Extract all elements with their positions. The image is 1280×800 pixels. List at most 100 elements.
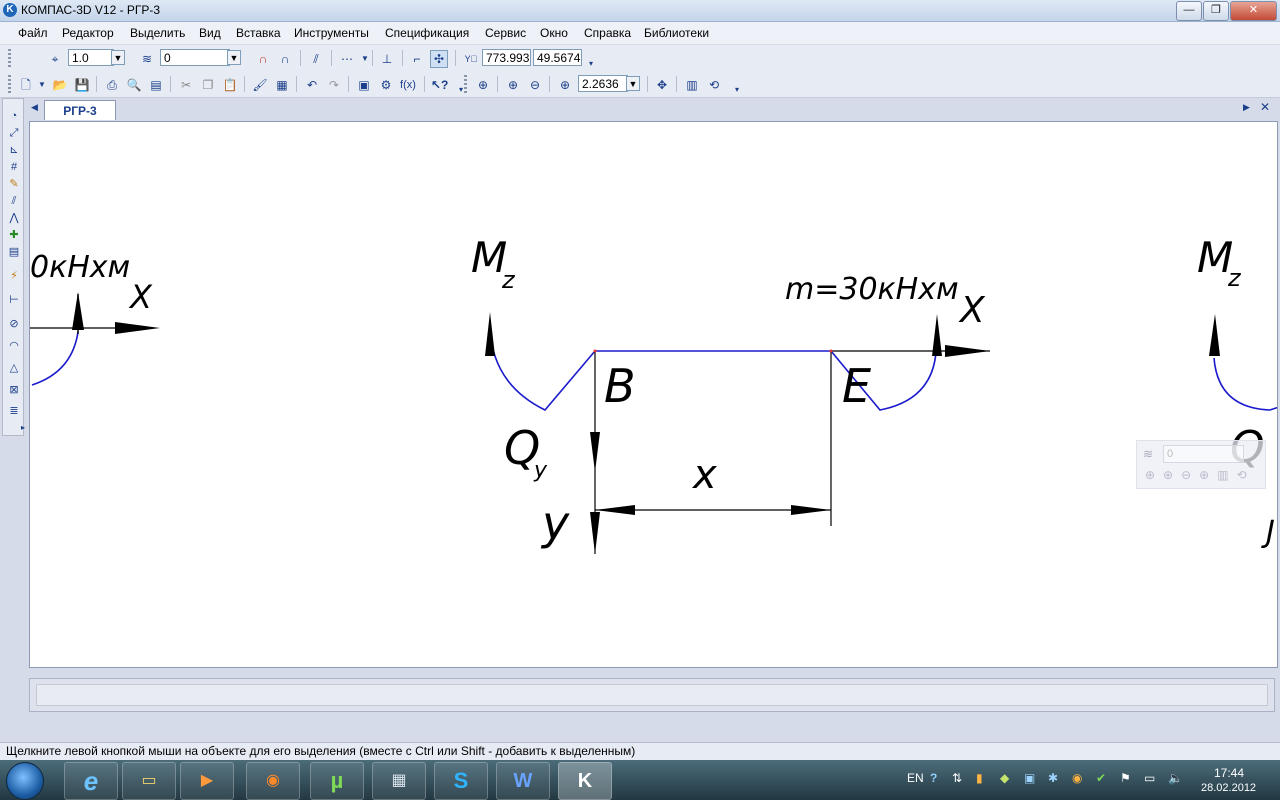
calculator-icon[interactable]: ▦ bbox=[372, 762, 426, 800]
tab-rgr-3[interactable]: РГР-3 bbox=[44, 100, 116, 120]
kompas-logo-icon[interactable]: K bbox=[3, 3, 17, 17]
refresh-icon[interactable]: ▥ bbox=[683, 76, 701, 94]
menu-spec[interactable]: Спецификация bbox=[385, 26, 469, 40]
minimize-button[interactable]: — bbox=[1176, 1, 1202, 21]
zoom-out-icon[interactable]: ⊖ bbox=[526, 76, 544, 94]
menu-select[interactable]: Выделить bbox=[130, 26, 185, 40]
new-dropdown-icon[interactable]: ▼ bbox=[33, 76, 51, 94]
menu-insert[interactable]: Вставка bbox=[236, 26, 281, 40]
kompas-icon[interactable]: K bbox=[558, 762, 612, 800]
media-player-icon[interactable]: ▶ bbox=[180, 762, 234, 800]
editing-icon[interactable]: # bbox=[6, 160, 22, 174]
tray-monitor-icon[interactable]: ▭ bbox=[1144, 771, 1155, 785]
menu-service[interactable]: Сервис bbox=[485, 26, 526, 40]
maximize-button[interactable]: ❐ bbox=[1203, 1, 1229, 21]
variables-icon[interactable]: f(x) bbox=[399, 76, 417, 94]
parametrization-icon[interactable]: ✎ bbox=[6, 177, 22, 191]
insert-icon[interactable]: ⊢ bbox=[6, 293, 22, 307]
close-button[interactable]: ✕ bbox=[1230, 1, 1277, 21]
zoom-in-icon[interactable]: ⊕ bbox=[504, 76, 522, 94]
redo-icon[interactable]: ↷ bbox=[325, 76, 343, 94]
tray-bluetooth-icon[interactable]: ✱ bbox=[1048, 771, 1058, 785]
associative-views-icon[interactable]: ✚ bbox=[6, 228, 22, 242]
drawing-svg[interactable]: 0кНхм X M z B E m=30кНхм X Q y x y M z J bbox=[30, 122, 1278, 668]
menu-libraries[interactable]: Библиотеки bbox=[644, 26, 709, 40]
zoom-dropdown-icon[interactable]: ▼ bbox=[626, 76, 640, 91]
point-b-marker[interactable] bbox=[593, 349, 597, 353]
select-icon[interactable]: ⋀ bbox=[6, 211, 22, 225]
open-icon[interactable]: 📂 bbox=[51, 76, 69, 94]
zoom-window-icon[interactable]: ⊕ bbox=[474, 76, 492, 94]
menu-editor[interactable]: Редактор bbox=[62, 26, 114, 40]
designations-icon[interactable]: ⊾ bbox=[6, 143, 22, 157]
snap-icon[interactable]: ∩ bbox=[276, 50, 294, 68]
menu-window[interactable]: Окно bbox=[540, 26, 568, 40]
hatch-icon[interactable]: ⊠ bbox=[6, 383, 22, 397]
manager-icon[interactable]: ▣ bbox=[355, 76, 373, 94]
geometry-icon[interactable]: ◔ bbox=[6, 109, 22, 123]
menu-file[interactable]: Файл bbox=[18, 26, 48, 40]
language-indicator[interactable]: EN bbox=[907, 771, 924, 785]
properties-icon[interactable]: ▦ bbox=[273, 76, 291, 94]
tab-next-button[interactable]: ▶ bbox=[1243, 102, 1250, 113]
windows-start-orb-icon[interactable] bbox=[6, 762, 44, 800]
layer-dropdown-icon[interactable]: ▼ bbox=[227, 50, 241, 65]
undo-icon[interactable]: ↶ bbox=[303, 76, 321, 94]
menu-view[interactable]: Вид bbox=[199, 26, 221, 40]
ortho-icon[interactable]: ⌐ bbox=[408, 50, 426, 68]
tray-app-icon[interactable]: ◆ bbox=[1000, 771, 1009, 785]
step-dropdown-icon[interactable]: ▼ bbox=[111, 50, 125, 65]
firefox-icon[interactable]: ◉ bbox=[246, 762, 300, 800]
paste-icon[interactable]: 📋 bbox=[221, 76, 239, 94]
redraw-icon[interactable]: ⟲ bbox=[705, 76, 723, 94]
tray-office-icon[interactable]: ▮ bbox=[976, 771, 983, 785]
toolbar-grip[interactable] bbox=[8, 49, 11, 67]
skype-icon[interactable]: S bbox=[434, 762, 488, 800]
print-icon[interactable]: ⎙ bbox=[103, 76, 121, 94]
measure-icon[interactable]: ⫽ bbox=[6, 194, 22, 208]
polygon-icon[interactable]: △ bbox=[6, 361, 22, 375]
toolbar-more-icon[interactable]: ▾ bbox=[728, 81, 746, 99]
clock-time[interactable]: 17:44 bbox=[1214, 766, 1244, 780]
snap-options-icon[interactable]: ⫽ bbox=[307, 50, 325, 68]
tray-shield-icon[interactable]: ✔ bbox=[1096, 771, 1106, 785]
copy-icon[interactable]: ❐ bbox=[199, 76, 217, 94]
clock-date[interactable]: 28.02.2012 bbox=[1201, 782, 1256, 794]
cut-icon[interactable]: ✂ bbox=[177, 76, 195, 94]
graphics-icon[interactable]: ⊘ bbox=[6, 317, 22, 331]
toolbar-grip[interactable] bbox=[464, 75, 467, 93]
point-e-marker[interactable] bbox=[829, 349, 833, 353]
library-icon[interactable]: ⚙ bbox=[377, 76, 395, 94]
reports-icon[interactable]: ⚡ bbox=[6, 269, 22, 283]
pan-icon[interactable]: ✥ bbox=[653, 76, 671, 94]
help-pointer-icon[interactable]: ↖? bbox=[430, 76, 448, 94]
tray-network-icon[interactable]: ⇅ bbox=[952, 771, 962, 785]
format-painter-icon[interactable]: 🖌 bbox=[251, 76, 269, 94]
grid-icon[interactable]: ⋯ bbox=[338, 50, 356, 68]
utorrent-icon[interactable]: µ bbox=[310, 762, 364, 800]
layer-input[interactable]: 0 bbox=[160, 49, 230, 66]
tray-flag-icon[interactable]: ⚑ bbox=[1120, 771, 1131, 785]
layer-icon[interactable]: ≋ bbox=[138, 50, 156, 68]
axes-icon[interactable]: ⊥ bbox=[378, 50, 396, 68]
tab-prev-button[interactable]: ◀ bbox=[31, 102, 38, 113]
help-icon[interactable]: ? bbox=[930, 771, 937, 785]
preview-icon[interactable]: 🔍 bbox=[125, 76, 143, 94]
print-setup-icon[interactable]: ▤ bbox=[147, 76, 165, 94]
tray-display-icon[interactable]: ▣ bbox=[1024, 771, 1035, 785]
menu-help[interactable]: Справка bbox=[584, 26, 631, 40]
local-cs-icon[interactable]: ✣ bbox=[430, 50, 448, 68]
zoom-scale-icon[interactable]: ⊕ bbox=[556, 76, 574, 94]
save-icon[interactable]: 💾 bbox=[73, 76, 91, 94]
arc-icon[interactable]: ◠ bbox=[6, 339, 22, 353]
spec-icon[interactable]: ▤ bbox=[6, 245, 22, 259]
tab-close-button[interactable]: ✕ bbox=[1260, 100, 1270, 114]
explorer-folder-icon[interactable]: ▭ bbox=[122, 762, 176, 800]
step-input[interactable]: 1.0 bbox=[68, 49, 114, 66]
dimensions-icon[interactable]: ⤢ bbox=[6, 126, 22, 140]
coord-x-input[interactable]: 773.993 bbox=[482, 49, 531, 66]
drawing-canvas[interactable]: 0кНхм X M z B E m=30кНхм X Q y x y M z J bbox=[29, 121, 1278, 668]
menu-tools[interactable]: Инструменты bbox=[294, 26, 369, 40]
cursor-step-icon[interactable]: ⌖ bbox=[46, 50, 64, 68]
zoom-input[interactable]: 2.2636 bbox=[578, 75, 628, 92]
